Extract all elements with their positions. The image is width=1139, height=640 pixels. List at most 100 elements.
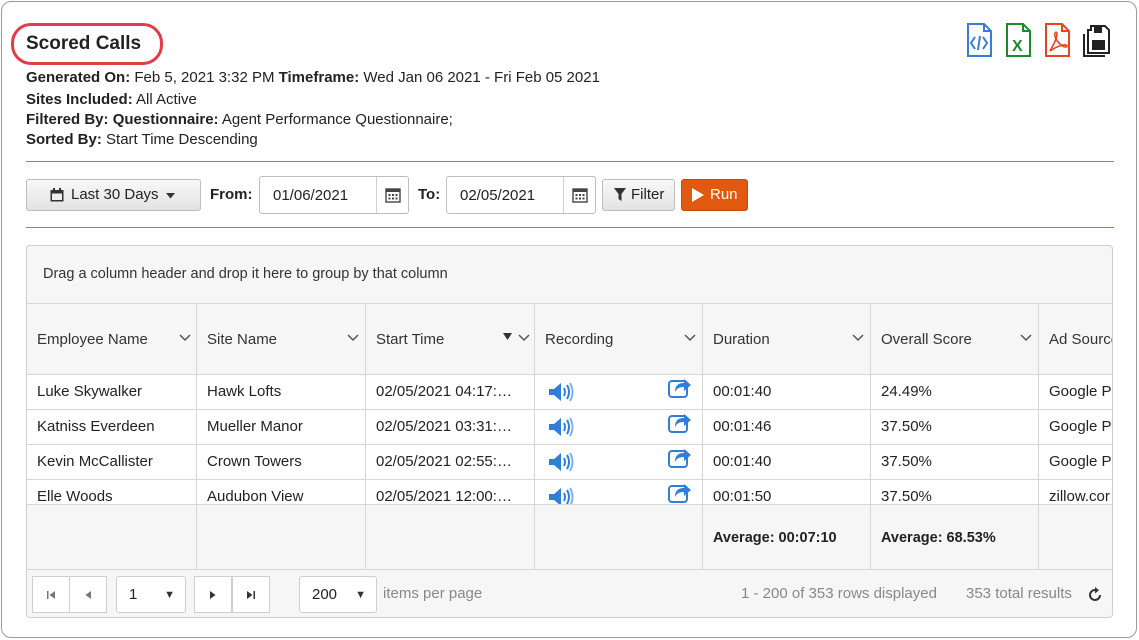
start-time-cell: 02/05/2021 02:55:… [365,445,534,480]
footer-cell [365,505,534,569]
group-by-dropzone[interactable]: Drag a column header and drop it here to… [43,266,448,282]
share-icon[interactable] [668,376,692,398]
calendar-picker-icon[interactable] [563,177,595,213]
recording-cell [534,375,702,410]
filter-button[interactable]: Filter [602,179,675,211]
ad-source-cell: zillow.cor [1038,480,1112,504]
last-page-button[interactable] [232,576,270,613]
pager: 1 ▼ 200 ▼ items per page 1 - 200 of 353 … [27,570,1112,617]
divider [26,161,1114,162]
caret-down-icon [166,193,175,199]
sort-descending-icon [503,333,512,340]
employee-name-cell: Katniss Everdeen [37,418,155,435]
to-date-input[interactable]: 02/05/2021 [446,176,596,214]
recording-cell [534,445,702,480]
grid-body: Luke Skywalker Hawk Lofts 02/05/2021 04:… [27,375,1112,504]
first-page-button[interactable] [32,576,70,613]
table-row[interactable]: Kevin McCallister Crown Towers 02/05/202… [27,445,1112,480]
table-row[interactable]: Elle Woods Audubon View 02/05/2021 12:00… [27,480,1112,504]
score-average: Average: 68.53% [870,505,1038,569]
ad-source-cell: Google P [1038,410,1112,445]
column-header-overall-score[interactable]: Overall Score [870,304,1038,374]
duration-cell: 00:01:40 [702,375,870,410]
site-name-cell: Mueller Manor [196,410,365,445]
share-icon[interactable] [668,481,692,503]
duration-cell: 00:01:46 [702,410,870,445]
meta-filter: Filtered By: Questionnaire: Agent Perfor… [26,111,453,128]
duration-average: Average: 00:07:10 [702,505,870,569]
chevron-down-icon[interactable] [1019,330,1033,344]
page-number-select[interactable]: 1 ▼ [116,576,186,613]
items-per-page-label: items per page [383,585,483,602]
speaker-icon[interactable] [547,381,575,403]
share-icon[interactable] [668,446,692,468]
footer-cell [534,505,702,569]
ad-source-cell: Google P [1038,375,1112,410]
page-size-select[interactable]: 200 ▼ [299,576,377,613]
site-name-cell: Crown Towers [196,445,365,480]
speaker-icon[interactable] [547,486,575,504]
calendar-icon [50,188,64,202]
speaker-icon[interactable] [547,451,575,473]
site-name-cell: Hawk Lofts [196,375,365,410]
column-header-start-time[interactable]: Start Time [365,304,534,374]
share-icon[interactable] [668,411,692,433]
scored-calls-grid: Drag a column header and drop it here to… [26,245,1113,618]
overall-score-cell: 37.50% [870,410,1038,445]
overall-score-cell: 37.50% [870,445,1038,480]
meta-sort: Sorted By: Start Time Descending [26,131,258,148]
start-time-cell: 02/05/2021 03:31:… [365,410,534,445]
excel-export-icon[interactable]: X [1003,22,1035,58]
employee-name-cell: Kevin McCallister [37,453,153,470]
column-header-employee-name[interactable]: Employee Name [27,304,196,374]
grid-aggregates: Average: 00:07:10 Average: 68.53% [27,504,1112,570]
chevron-down-icon[interactable] [346,330,360,344]
footer-cell [1038,505,1112,569]
chevron-down-icon[interactable] [517,330,531,344]
column-header-site-name[interactable]: Site Name [196,304,365,374]
table-row[interactable]: Katniss Everdeen Mueller Manor 02/05/202… [27,410,1112,445]
start-time-cell: 02/05/2021 12:00:… [365,480,534,504]
from-date-input[interactable]: 01/06/2021 [259,176,409,214]
grid-header: Employee Name Site Name Start Time Recor… [27,303,1112,375]
next-page-button[interactable] [194,576,232,613]
caret-down-icon: ▼ [164,589,175,601]
refresh-icon[interactable] [1086,586,1104,604]
recording-cell [534,410,702,445]
duration-cell: 00:01:50 [702,480,870,504]
recording-cell [534,480,702,504]
ad-source-cell: Google P [1038,445,1112,480]
page-title: Scored Calls [26,33,142,54]
caret-down-icon: ▼ [355,589,366,601]
meta-sites: Sites Included: All Active [26,91,197,108]
run-button[interactable]: Run [681,179,748,211]
from-label: From: [210,186,253,203]
chevron-down-icon[interactable] [178,330,192,344]
date-range-dropdown[interactable]: Last 30 Days [26,179,201,211]
previous-page-button[interactable] [69,576,107,613]
employee-name-cell: Elle Woods [37,488,113,504]
column-header-recording[interactable]: Recording [534,304,702,374]
column-header-duration[interactable]: Duration [702,304,870,374]
next-icon [210,590,216,599]
to-label: To: [418,186,441,203]
code-export-icon[interactable] [963,22,995,58]
divider [26,227,1114,228]
play-icon [692,188,704,202]
column-header-ad-source[interactable]: Ad Source [1038,304,1112,374]
calendar-picker-icon[interactable] [376,177,408,213]
pdf-export-icon[interactable] [1042,22,1074,58]
footer-cell [27,505,196,569]
last-page-icon [247,590,255,599]
save-icon[interactable] [1081,22,1113,58]
overall-score-cell: 24.49% [870,375,1038,410]
chevron-down-icon[interactable] [683,330,697,344]
speaker-icon[interactable] [547,416,575,438]
site-name-cell: Audubon View [196,480,365,504]
footer-cell [196,505,365,569]
chevron-down-icon[interactable] [851,330,865,344]
rows-displayed-text: 1 - 200 of 353 rows displayed [741,585,937,602]
meta-generated: Generated On: Feb 5, 2021 3:32 PM Timefr… [26,69,600,86]
table-row[interactable]: Luke Skywalker Hawk Lofts 02/05/2021 04:… [27,375,1112,410]
total-results-text: 353 total results [966,585,1072,602]
